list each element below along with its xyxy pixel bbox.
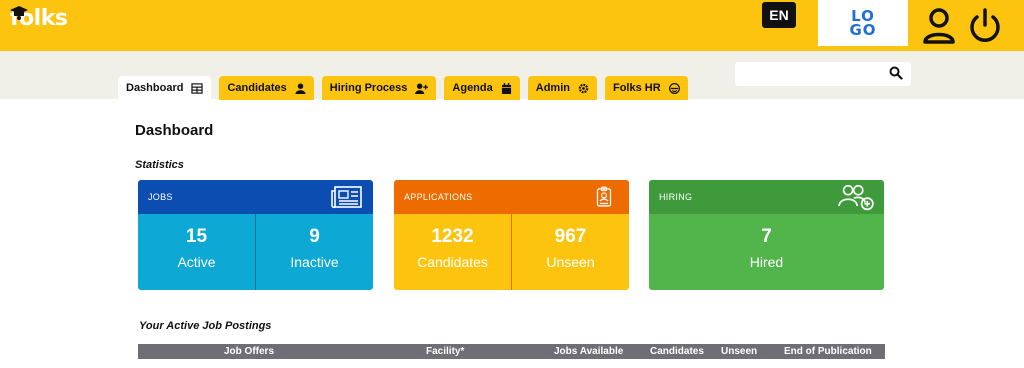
column-header[interactable]: Job Offers [224, 346, 274, 357]
applications-candidates-stat[interactable]: 1232 Candidates [394, 214, 511, 290]
applications-unseen-value: 967 [554, 226, 587, 247]
hiring-card-header: HIRING [649, 180, 884, 214]
tab-label: Candidates [227, 82, 287, 94]
statistics-heading: Statistics [135, 159, 184, 171]
graduation-hat-icon [10, 6, 28, 20]
applications-candidates-value: 1232 [431, 226, 474, 247]
tab-dashboard[interactable]: Dashboard [118, 76, 212, 100]
person-icon [295, 82, 306, 94]
calendar-icon [501, 82, 511, 94]
gear-icon [578, 83, 589, 93]
applications-unseen-label: Unseen [546, 254, 595, 270]
column-header[interactable]: Candidates [650, 346, 704, 357]
user-icon[interactable] [922, 8, 956, 44]
jobs-card-title: JOBS [148, 192, 173, 202]
hiring-hired-label: Hired [749, 254, 784, 270]
tab-agenda[interactable]: Agenda [444, 76, 520, 100]
newspaper-icon [331, 186, 362, 209]
tab-label: Admin [535, 82, 570, 94]
main-tabs: Dashboard Candidates Hiring Process Agen… [118, 76, 688, 100]
postings-table-header: Job Offers Facility* Jobs Available Cand… [138, 344, 885, 359]
id-badge-icon [596, 186, 612, 207]
jobs-card-header: JOBS [138, 180, 373, 214]
search-icon[interactable] [889, 66, 903, 80]
jobs-active-stat[interactable]: 15 Active [138, 214, 255, 290]
company-logo: LO GO [818, 0, 908, 46]
language-button[interactable]: EN [762, 2, 796, 28]
applications-card-header: APPLICATIONS [394, 180, 629, 214]
applications-card[interactable]: APPLICATIONS 1232 Candidates 967 Unseen [394, 180, 629, 290]
jobs-active-value: 15 [185, 226, 208, 247]
applications-card-title: APPLICATIONS [404, 192, 473, 202]
column-header[interactable]: End of Publication [784, 346, 872, 357]
search-input[interactable] [741, 65, 881, 83]
jobs-inactive-value: 9 [309, 226, 320, 247]
person-plus-icon [415, 82, 429, 94]
logo-line-2: GO [849, 21, 877, 39]
users-plus-icon [838, 184, 874, 211]
top-bar: folks EN LO GO [0, 0, 1024, 51]
tab-label: Folks HR [612, 82, 661, 94]
hiring-card-title: HIRING [659, 192, 693, 202]
power-icon[interactable] [968, 8, 1002, 44]
applications-candidates-label: Candidates [417, 254, 488, 270]
tab-label: Hiring Process [329, 82, 408, 94]
tab-folks-hr[interactable]: Folks HR [604, 76, 688, 100]
hiring-card[interactable]: HIRING 7 Hired [649, 180, 884, 290]
applications-unseen-stat[interactable]: 967 Unseen [512, 214, 629, 290]
hiring-hired-value: 7 [761, 226, 772, 247]
table-icon [191, 82, 204, 94]
column-header[interactable]: Facility* [426, 346, 464, 357]
page-title: Dashboard [135, 122, 214, 139]
tab-label: Dashboard [126, 82, 184, 94]
tab-candidates[interactable]: Candidates [219, 76, 314, 100]
jobs-active-label: Active [177, 254, 216, 270]
folks-hr-icon [668, 82, 680, 94]
jobs-inactive-stat[interactable]: 9 Inactive [256, 214, 373, 290]
tab-label: Agenda [452, 82, 493, 94]
column-header[interactable]: Jobs Available [554, 346, 623, 357]
tab-hiring-process[interactable]: Hiring Process [321, 76, 437, 100]
active-postings-heading: Your Active Job Postings [139, 320, 272, 332]
brand-logo[interactable]: folks [10, 6, 68, 31]
jobs-card[interactable]: JOBS 15 Active 9 Inactive [138, 180, 373, 290]
hiring-hired-stat[interactable]: 7 Hired [649, 214, 884, 290]
jobs-inactive-label: Inactive [290, 254, 339, 270]
tab-admin[interactable]: Admin [527, 76, 597, 100]
search-box[interactable] [735, 62, 911, 86]
column-header[interactable]: Unseen [721, 346, 757, 357]
